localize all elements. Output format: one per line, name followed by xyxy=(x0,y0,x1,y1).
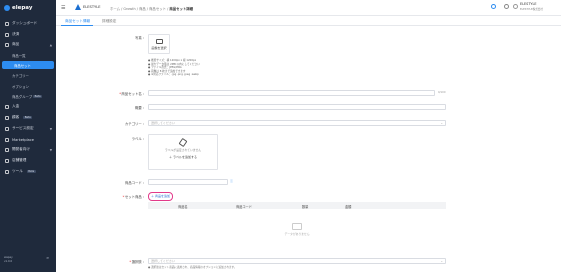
category-select[interactable]: 選択してください ⌄ xyxy=(148,119,446,126)
sidebar: elepay ダッシュボード 決済 商品 ▲ 商品一覧 商品セット カテゴリー オ… xyxy=(0,0,56,272)
product-icon xyxy=(5,42,9,47)
deposit-icon xyxy=(5,104,9,109)
breadcrumb-current: 商品セット詳細 xyxy=(169,6,194,11)
chevron-up-icon: ▲ xyxy=(49,43,52,47)
sidebar-item-marketplace[interactable]: Marketplace xyxy=(0,135,56,144)
help-icon[interactable] xyxy=(491,4,496,9)
menu-icon[interactable]: ☰ xyxy=(61,5,65,11)
breadcrumb-product-set[interactable]: 商品セット xyxy=(149,7,166,11)
label-empty-text: ラベルが設定されていません xyxy=(164,148,202,152)
store-icon xyxy=(5,158,9,163)
breadcrumb-products[interactable]: 商品 xyxy=(139,7,146,11)
sidebar-item-payments[interactable]: 決済 xyxy=(0,30,56,39)
label-field-label: ラベル : xyxy=(131,137,144,141)
set-products-label: *セット商品 : xyxy=(122,195,144,199)
collapse-icon[interactable]: ≪ xyxy=(46,256,49,260)
user-company: ELESTYLE株式会社 xyxy=(520,7,543,11)
user-menu[interactable]: ELESTYLE ELESTYLE株式会社 xyxy=(513,2,543,11)
header-icons xyxy=(491,4,509,9)
description-input[interactable] xyxy=(148,103,446,110)
tab-bar: 商品セット情報 詳細設定 xyxy=(56,16,561,26)
sidebar-item-dashboard[interactable]: ダッシュボード xyxy=(0,19,56,28)
logo-text: elepay xyxy=(12,5,33,11)
avatar xyxy=(513,4,518,10)
dashboard-icon xyxy=(5,21,9,26)
name-counter: 0/100 xyxy=(438,91,446,94)
customer-icon xyxy=(5,115,9,120)
code-icon xyxy=(5,147,9,152)
label-area: ラベルが設定されていません ＋ ラベルを追加する xyxy=(148,134,218,170)
sidebar-item-developers[interactable]: 開発者向け ▼ xyxy=(0,145,56,154)
sidebar-item-tools[interactable]: ツール Beta xyxy=(0,167,56,176)
download-icon[interactable] xyxy=(504,4,509,9)
product-table-header: 商品名 商品コード 数量 金額 xyxy=(148,202,446,209)
add-product-button[interactable]: ＋ 商品を追加 xyxy=(148,192,173,201)
name-label: *商品セット名 : xyxy=(119,92,144,96)
top-header: ☰ ELESTYLE ホーム / Growth / 商品 / 商品セット / 商… xyxy=(56,0,561,16)
chevron-down-icon: ▼ xyxy=(49,127,52,131)
main-content: 写真 : 画像を選択 ● 推奨サイズ：横 1200px x 縦 1200px ●… xyxy=(56,26,561,272)
code-label: 商品コード : xyxy=(124,181,144,185)
tool-icon xyxy=(5,169,9,174)
sidebar-item-store-management[interactable]: 店舗管理 xyxy=(0,156,56,165)
sidebar-subitem-option[interactable]: オプション xyxy=(0,82,56,90)
tab-detail-settings[interactable]: 詳細設定 xyxy=(102,19,116,24)
payment-icon xyxy=(5,32,9,37)
add-label-button[interactable]: ＋ ラベルを追加する xyxy=(149,155,217,159)
info-icon[interactable]: ⓘ xyxy=(230,179,233,183)
breadcrumb-home[interactable]: ホーム / Growth xyxy=(110,7,136,11)
beta-badge: Beta xyxy=(33,94,43,98)
chevron-down-icon: ▼ xyxy=(49,148,52,152)
sidebar-item-products[interactable]: 商品 ▲ xyxy=(0,40,56,49)
tag-icon xyxy=(178,137,188,148)
category-label: カテゴリー : xyxy=(124,122,144,126)
sidebar-item-customers[interactable]: 顧客 Beta xyxy=(0,113,56,122)
sidebar-logo[interactable]: elepay xyxy=(4,4,32,12)
chevron-down-icon: ⌄ xyxy=(440,259,443,263)
col-quantity: 数量 xyxy=(302,204,309,209)
image-label: 写真 : xyxy=(134,36,144,40)
sidebar-footer: elepay v1.0.0 xyxy=(4,256,13,263)
sidebar-item-service-settings[interactable]: サービス設定 ▼ xyxy=(0,124,56,133)
image-notes: ● 推奨サイズ：横 1200px x 縦 1200px ● 最大データ量は 2M… xyxy=(148,59,200,77)
image-icon xyxy=(155,39,163,44)
company-logo-icon xyxy=(75,4,81,10)
description-label: 概要 : xyxy=(134,106,144,110)
elepay-logo-icon xyxy=(4,5,10,11)
breadcrumb: ホーム / Growth / 商品 / 商品セット / 商品セット詳細 xyxy=(110,6,194,11)
beta-badge: Beta xyxy=(26,170,36,173)
image-select-button[interactable]: 画像を選択 xyxy=(148,34,170,54)
settings-icon xyxy=(5,126,9,131)
sidebar-subitem-product-list[interactable]: 商品一覧 xyxy=(0,51,56,59)
sidebar-subitem-category[interactable]: カテゴリー xyxy=(0,71,56,79)
marketplace-icon xyxy=(5,137,9,142)
company-logo: ELESTYLE xyxy=(75,4,101,10)
sidebar-subitem-product-group[interactable]: 商品グループ Beta xyxy=(0,92,56,100)
tab-product-set-info[interactable]: 商品セット情報 xyxy=(65,19,90,24)
product-set-name-input[interactable] xyxy=(148,89,435,96)
sidebar-item-deposit[interactable]: 入金 xyxy=(0,102,56,111)
beta-badge: Beta xyxy=(23,116,33,119)
empty-box-icon xyxy=(292,223,302,230)
option-note: ● 選択肢はセット商品に適用され、商品情報のオプションに追加されます。 xyxy=(148,266,237,269)
col-amount: 金額 xyxy=(345,204,352,209)
option-select[interactable]: 選択してください ⌄ xyxy=(148,257,446,264)
option-label: *選択肢 : xyxy=(129,260,144,264)
chevron-down-icon: ⌄ xyxy=(440,121,443,125)
col-product-code: 商品コード xyxy=(236,204,252,209)
product-table-empty: データがありません xyxy=(148,209,446,259)
product-code-input[interactable] xyxy=(148,178,228,185)
col-product-name: 商品名 xyxy=(178,204,188,209)
sidebar-subitem-product-set[interactable]: 商品セット xyxy=(2,61,54,69)
